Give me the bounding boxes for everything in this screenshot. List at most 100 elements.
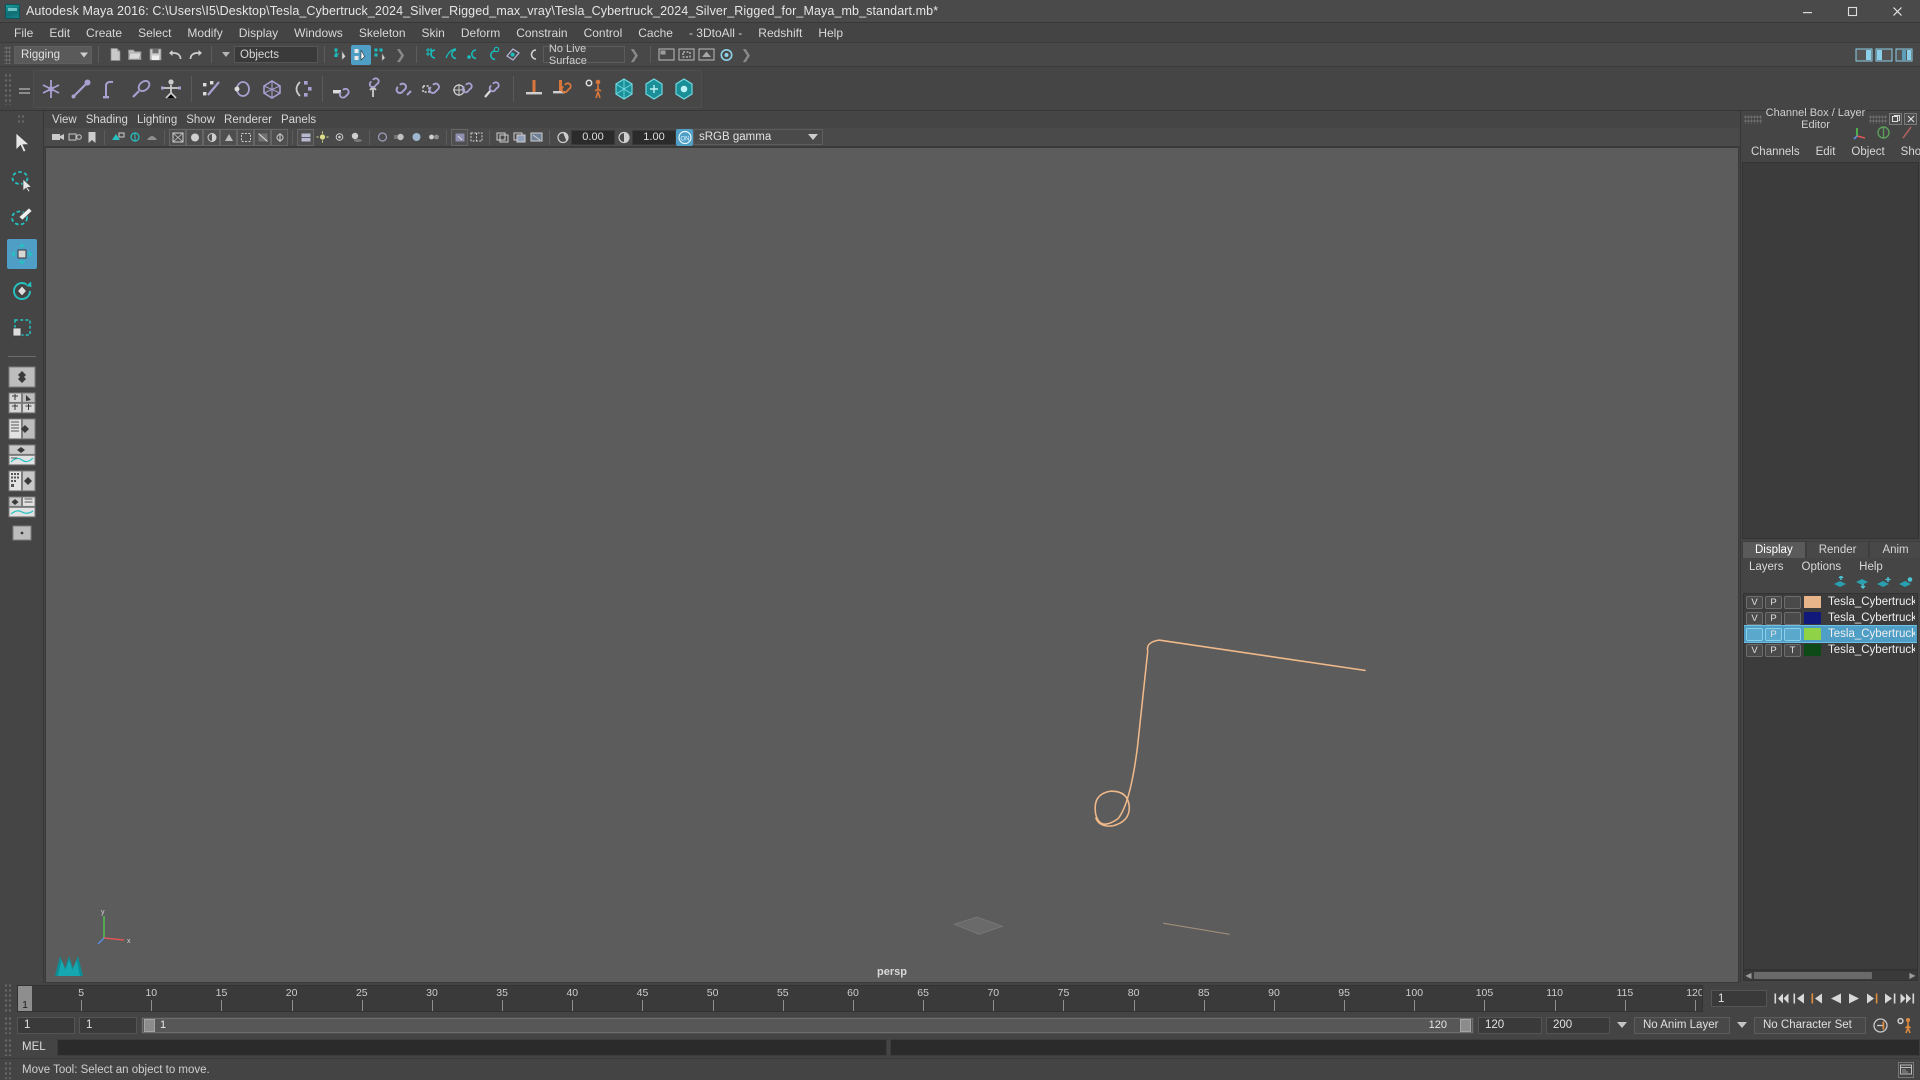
- move-layer-down-icon[interactable]: [1854, 576, 1869, 594]
- menu-skin[interactable]: Skin: [414, 24, 453, 42]
- speed-icon[interactable]: [1899, 125, 1914, 145]
- zero-icon[interactable]: [1876, 125, 1891, 145]
- maximize-button[interactable]: [1830, 0, 1875, 23]
- perspective-viewport[interactable]: persp y x: [45, 147, 1739, 983]
- image-plane-icon[interactable]: [109, 129, 126, 146]
- step-forward-frame-icon[interactable]: [1863, 988, 1880, 1009]
- undock-icon[interactable]: [1889, 113, 1902, 125]
- layer-color-swatch[interactable]: [1804, 644, 1821, 656]
- expand-bracket-icon-3[interactable]: ❯: [741, 47, 752, 63]
- tab-anim[interactable]: Anim: [1869, 541, 1920, 558]
- layer-color-swatch[interactable]: [1804, 612, 1821, 624]
- layer-visibility-toggle[interactable]: V: [1746, 595, 1763, 609]
- create-quick-rig-icon[interactable]: [156, 72, 186, 106]
- textured-icon[interactable]: [297, 128, 314, 146]
- range-slider[interactable]: 1 120: [141, 1016, 1474, 1034]
- panel-menu-lighting[interactable]: Lighting: [137, 113, 186, 127]
- shelf-grip[interactable]: [4, 72, 13, 105]
- rotate-tool[interactable]: [7, 276, 37, 306]
- layer-playback-toggle[interactable]: P: [1765, 595, 1782, 609]
- scroll-left-icon[interactable]: ◀: [1744, 971, 1753, 980]
- menu-edit[interactable]: Edit: [41, 24, 78, 42]
- select-component-icon[interactable]: [371, 45, 391, 65]
- manipulator-icon[interactable]: [1853, 125, 1868, 145]
- time-slider[interactable]: 1 5 10 15 20 25 30 35 40 45 50 55 60 65 70 75 80 85 90 95 1…: [17, 985, 1703, 1012]
- connect-joint-icon[interactable]: [549, 72, 579, 106]
- ambient-occlusion-icon[interactable]: [374, 129, 391, 146]
- selection-mask-chevron-icon[interactable]: [222, 52, 230, 57]
- show-menu[interactable]: Show: [1901, 146, 1920, 158]
- undo-icon[interactable]: [165, 45, 185, 65]
- menu-create[interactable]: Create: [78, 24, 130, 42]
- table-row[interactable]: V P Tesla_Cybertruck_2024: [1744, 594, 1917, 610]
- object-menu[interactable]: Object: [1851, 146, 1884, 158]
- panel-grip-2[interactable]: [1869, 114, 1887, 124]
- menu-modify[interactable]: Modify: [179, 24, 230, 42]
- bind-skin-icon[interactable]: [197, 72, 227, 106]
- make-live-icon[interactable]: [523, 45, 543, 65]
- toolbox-grip[interactable]: [17, 114, 26, 124]
- xray-joints-icon[interactable]: [271, 128, 288, 146]
- range-end-field[interactable]: 120: [1478, 1016, 1542, 1034]
- camera-attributes-icon[interactable]: [66, 129, 83, 146]
- anim-end-field[interactable]: 200: [1546, 1016, 1610, 1034]
- menu-skeleton[interactable]: Skeleton: [351, 24, 414, 42]
- menu-redshift[interactable]: Redshift: [750, 24, 810, 42]
- grid-toggle-icon[interactable]: [468, 129, 485, 146]
- anim-layer-dropdown[interactable]: No Anim Layer: [1634, 1016, 1730, 1034]
- help-menu[interactable]: Help: [1859, 561, 1883, 573]
- tab-render[interactable]: Render: [1805, 541, 1870, 558]
- exposure-field[interactable]: 0.00: [571, 129, 615, 145]
- select-tool[interactable]: [7, 128, 37, 158]
- film-gate-icon[interactable]: [494, 129, 511, 146]
- go-to-start-icon[interactable]: [1773, 988, 1790, 1009]
- outliner-persp-layout[interactable]: [7, 418, 37, 440]
- range-start-handle[interactable]: [144, 1018, 155, 1032]
- create-ik-spline-icon[interactable]: [96, 72, 126, 106]
- sidebar-attribute-editor-icon[interactable]: [1854, 45, 1874, 65]
- gamma-field[interactable]: 1.00: [632, 129, 676, 145]
- layer-color-swatch[interactable]: [1804, 596, 1821, 608]
- table-row[interactable]: P Tesla_Cybertruck_2024: [1744, 625, 1917, 643]
- layer-type-toggle[interactable]: [1784, 627, 1801, 641]
- isolate-select-icon[interactable]: [451, 128, 468, 146]
- mel-result-field[interactable]: [890, 1038, 1920, 1056]
- play-forwards-icon[interactable]: [1845, 988, 1862, 1009]
- gamma-icon[interactable]: [615, 129, 632, 146]
- range-bar[interactable]: [142, 1017, 1473, 1033]
- auto-keyframe-icon[interactable]: [1870, 1017, 1890, 1034]
- expand-bracket-icon-2[interactable]: ❯: [629, 47, 640, 63]
- four-view-layout[interactable]: [7, 392, 37, 414]
- render-view-icon[interactable]: [657, 45, 677, 65]
- new-layer-icon[interactable]: [1876, 576, 1891, 594]
- character-set-chevron-icon[interactable]: [1737, 1022, 1747, 1028]
- shadows-icon[interactable]: [143, 129, 160, 146]
- live-surface-field[interactable]: No Live Surface: [542, 43, 625, 67]
- range-slider-grip[interactable]: [4, 1016, 13, 1034]
- humanik-definition-icon[interactable]: [669, 72, 699, 106]
- ipr-render-icon[interactable]: [697, 45, 717, 65]
- menu-cache[interactable]: Cache: [630, 24, 681, 42]
- menu-windows[interactable]: Windows: [286, 24, 351, 42]
- create-ik-handle-icon[interactable]: [66, 72, 96, 106]
- save-scene-icon[interactable]: [145, 45, 165, 65]
- close-icon[interactable]: [1904, 113, 1917, 125]
- menu-control[interactable]: Control: [576, 24, 631, 42]
- humanik-control-rig-icon[interactable]: [639, 72, 669, 106]
- layer-playback-toggle[interactable]: P: [1765, 627, 1782, 641]
- more-layouts[interactable]: [7, 522, 37, 544]
- animation-preferences-icon[interactable]: [1894, 1017, 1916, 1034]
- time-slider-grip[interactable]: [4, 983, 13, 1014]
- play-backwards-icon[interactable]: [1827, 988, 1844, 1009]
- render-region-icon[interactable]: [677, 45, 697, 65]
- insert-joint-tool-icon[interactable]: [126, 72, 156, 106]
- select-camera-icon[interactable]: [49, 129, 66, 146]
- table-row[interactable]: V P T Tesla_Cybertruck_2024: [1744, 642, 1917, 658]
- new-layer-from-selected-icon[interactable]: [1898, 576, 1913, 594]
- persp-outliner-graph-layout[interactable]: [7, 496, 37, 518]
- layers-menu[interactable]: Layers: [1749, 561, 1784, 573]
- humanik-character-icon[interactable]: [609, 72, 639, 106]
- snap-grid-icon[interactable]: [423, 45, 443, 65]
- render-settings-icon[interactable]: [717, 45, 737, 65]
- smooth-shade-selected-icon[interactable]: [203, 128, 220, 146]
